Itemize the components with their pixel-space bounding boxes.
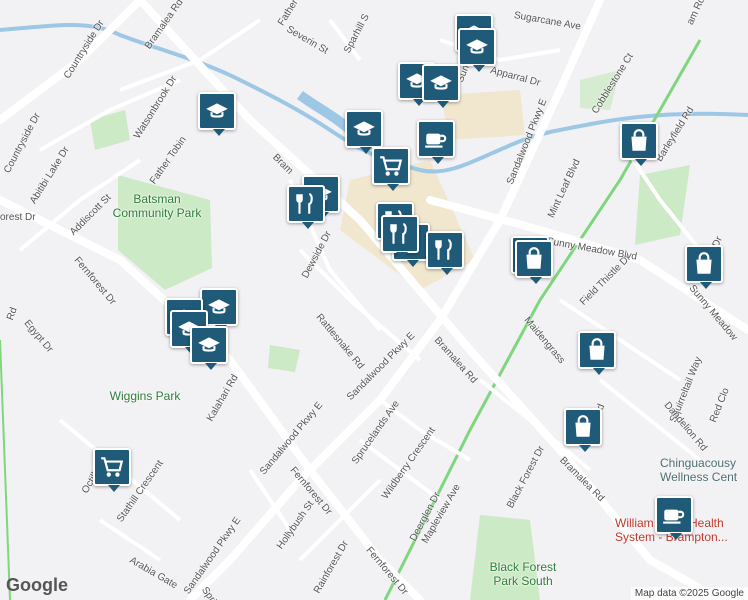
map-pin-restaurant[interactable] bbox=[426, 231, 464, 275]
school-icon bbox=[196, 332, 222, 358]
shopping-bag-icon bbox=[521, 246, 547, 272]
school-icon bbox=[428, 70, 454, 96]
map-pin-shopping-bag[interactable] bbox=[564, 408, 602, 452]
map-pin-coffee[interactable] bbox=[655, 496, 693, 540]
park-label: Black Forest Park South bbox=[489, 560, 557, 588]
school-icon bbox=[351, 116, 377, 142]
school-icon bbox=[464, 34, 490, 60]
restaurant-icon bbox=[432, 237, 458, 263]
map-pin-restaurant[interactable] bbox=[381, 215, 419, 259]
map-attribution[interactable]: Map data ©2025 Google bbox=[630, 587, 748, 600]
map-pin-restaurant[interactable] bbox=[287, 185, 325, 229]
map-pin-shopping-bag[interactable] bbox=[578, 331, 616, 375]
shopping-bag-icon bbox=[570, 414, 596, 440]
map-pin-school[interactable] bbox=[190, 326, 228, 370]
restaurant-icon bbox=[387, 221, 413, 247]
map-pin-shopping-bag[interactable] bbox=[685, 245, 723, 289]
map-pin-school[interactable] bbox=[458, 28, 496, 72]
park-label: Batsman Community Park bbox=[112, 192, 202, 220]
shopping-bag-icon bbox=[626, 128, 652, 154]
restaurant-icon bbox=[293, 191, 319, 217]
map-pin-shopping-bag[interactable] bbox=[620, 122, 658, 166]
coffee-icon bbox=[661, 502, 687, 528]
map-pin-school[interactable] bbox=[422, 64, 460, 108]
coffee-icon bbox=[423, 126, 449, 152]
shopping-bag-icon bbox=[584, 337, 610, 363]
shopping-bag-icon bbox=[691, 251, 717, 277]
map-pin-school[interactable] bbox=[198, 92, 236, 136]
map-pin-school[interactable] bbox=[345, 110, 383, 154]
map-view[interactable]: Bramalea Rd Bram Bramalea Rd Bramalea Rd… bbox=[0, 0, 748, 600]
grocery-cart-icon bbox=[378, 153, 404, 179]
map-pin-grocery-cart[interactable] bbox=[93, 448, 131, 492]
school-icon bbox=[206, 294, 232, 320]
google-logo: Google bbox=[6, 575, 68, 595]
street-label: orest Dr bbox=[0, 212, 36, 223]
place-label: Chinguacousy Wellness Cent bbox=[660, 456, 738, 484]
park-area bbox=[268, 345, 300, 372]
map-pin-shopping-bag[interactable] bbox=[515, 240, 553, 284]
park-label: Wiggins Park bbox=[109, 389, 181, 403]
school-icon bbox=[204, 98, 230, 124]
map-pin-grocery-cart[interactable] bbox=[372, 147, 410, 191]
map-pin-coffee[interactable] bbox=[417, 120, 455, 164]
grocery-cart-icon bbox=[99, 454, 125, 480]
